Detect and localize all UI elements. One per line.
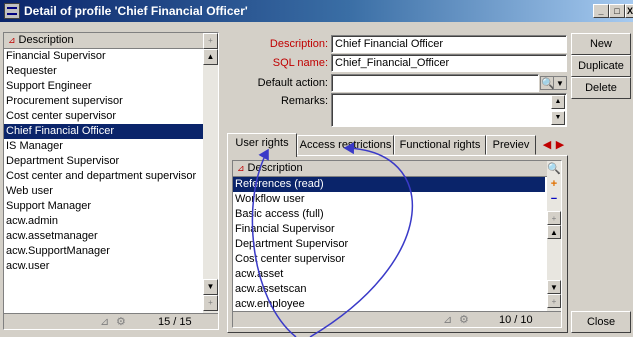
profile-count: 15 / 15 — [158, 316, 192, 328]
remarks-scroll-down[interactable]: ▼ — [551, 111, 565, 125]
remarks-label: Remarks: — [280, 95, 328, 107]
close-button-label: Close — [586, 316, 616, 328]
delete-button[interactable]: Delete — [571, 77, 631, 99]
profile-list-header[interactable]: ⊿ Description — [4, 33, 218, 49]
delete-button-label: Delete — [585, 82, 617, 94]
tab-access-restrictions[interactable]: Access restrictions — [297, 135, 394, 155]
rights-list-row[interactable]: acw.asset — [233, 267, 545, 282]
scroll-down-button[interactable]: ▼ — [547, 280, 561, 294]
rights-list: ⊿ Description References (read) Workflow u… — [232, 160, 562, 328]
rights-list-header-label: Description — [247, 162, 303, 174]
sort-icon: ⊿ — [237, 163, 245, 173]
rights-list-row[interactable]: Department Supervisor — [233, 237, 545, 252]
sort-icon: ⊿ — [100, 316, 110, 328]
rights-count: 10 / 10 — [499, 314, 533, 326]
rights-list-footer: ⊿ ⚙ 10 / 10 — [233, 311, 561, 327]
rights-list-row[interactable]: Basic access (full) — [233, 207, 545, 222]
rights-list-row[interactable]: Cost center supervisor — [233, 252, 545, 267]
tab-scroll-left-icon[interactable]: ◀ — [540, 138, 554, 152]
new-button-label: New — [589, 38, 612, 50]
rights-list-scrollbar[interactable]: 🔍 + − + ▲ ▼ + — [547, 161, 561, 311]
scroll-up-button[interactable]: ▲ — [547, 225, 561, 239]
new-button[interactable]: New — [571, 33, 631, 55]
close-window-button[interactable]: X — [625, 4, 633, 18]
profile-list-items: Financial Supervisor Requester Support Eng… — [4, 49, 218, 274]
app-icon — [4, 3, 20, 19]
default-action-field[interactable] — [331, 74, 539, 92]
sort-icon: ⊿ — [8, 35, 16, 45]
filter-icon[interactable]: ⚙ — [116, 314, 126, 329]
dropdown-icon[interactable]: ▼ — [553, 76, 567, 90]
profile-list-row[interactable]: IS Manager — [4, 139, 218, 154]
profile-list-footer: ⊿ ⚙ 15 / 15 — [4, 313, 218, 329]
profile-list-scrollbar[interactable]: + ▲ ▼ + — [203, 33, 218, 313]
profile-list-header-label: Description — [18, 34, 74, 46]
plus-icon[interactable]: + — [203, 33, 218, 49]
rights-list-row[interactable]: acw.employee — [233, 297, 545, 312]
tab-user-rights[interactable]: User rights — [227, 133, 297, 157]
remarks-scroll-up[interactable]: ▲ — [551, 95, 565, 109]
description-field[interactable]: Chief Financial Officer — [331, 35, 567, 53]
rights-list-items: References (read) Workflow user Basic acce… — [233, 177, 545, 312]
profile-list-row[interactable]: Chief Financial Officer — [4, 124, 218, 139]
minus-icon[interactable]: + — [547, 294, 561, 308]
profile-list-row[interactable]: Cost center supervisor — [4, 109, 218, 124]
scroll-up-button[interactable]: ▲ — [203, 49, 218, 65]
profile-list-row[interactable]: Financial Supervisor — [4, 49, 218, 64]
remarks-field[interactable] — [331, 93, 567, 127]
profile-list-row[interactable]: Department Supervisor — [4, 154, 218, 169]
search-icon[interactable]: 🔍 — [547, 162, 561, 176]
rights-list-row[interactable]: Financial Supervisor — [233, 222, 545, 237]
zoom-icon[interactable]: 🔍 — [540, 76, 555, 90]
user-rights-panel: ⊿ Description References (read) Workflow u… — [227, 155, 568, 333]
profile-list-row[interactable]: acw.admin — [4, 214, 218, 229]
profile-list: ⊿ Description Financial Supervisor Request… — [3, 32, 219, 330]
profile-list-row[interactable]: Support Manager — [4, 199, 218, 214]
tab-preview[interactable]: Previev — [486, 135, 536, 155]
profile-list-row[interactable]: Requester — [4, 64, 218, 79]
rights-list-row[interactable]: References (read) — [233, 177, 545, 192]
add-icon[interactable]: + — [547, 177, 561, 191]
minimize-button[interactable]: _ — [593, 4, 609, 18]
default-action-label: Default action: — [257, 77, 328, 89]
profile-list-row[interactable]: acw.SupportManager — [4, 244, 218, 259]
remove-icon[interactable]: − — [547, 192, 561, 206]
tab-functional-rights[interactable]: Functional rights — [394, 135, 486, 155]
duplicate-button-label: Duplicate — [578, 60, 624, 72]
window-title: Detail of profile 'Chief Financial Offic… — [24, 4, 248, 18]
profile-list-row[interactable]: acw.user — [4, 259, 218, 274]
sqlname-label: SQL name: — [272, 57, 328, 69]
scroll-down-button[interactable]: ▼ — [203, 279, 218, 295]
rights-list-row[interactable]: acw.assetscan — [233, 282, 545, 297]
sqlname-field[interactable]: Chief_Financial_Officer — [331, 54, 567, 72]
close-button[interactable]: Close — [571, 311, 631, 333]
window-titlebar: Detail of profile 'Chief Financial Offic… — [0, 0, 633, 22]
rights-list-header[interactable]: ⊿ Description — [233, 161, 561, 177]
plus-icon[interactable]: + — [547, 211, 561, 225]
sort-icon: ⊿ — [443, 314, 453, 326]
tab-scroll-right-icon[interactable]: ▶ — [553, 138, 567, 152]
duplicate-button[interactable]: Duplicate — [571, 55, 631, 77]
profile-list-row[interactable]: Web user — [4, 184, 218, 199]
rights-list-row[interactable]: Workflow user — [233, 192, 545, 207]
filter-icon[interactable]: ⚙ — [459, 312, 469, 327]
description-label: Description: — [269, 38, 328, 50]
maximize-button[interactable]: □ — [609, 4, 625, 18]
profile-list-row[interactable]: Cost center and department supervisor — [4, 169, 218, 184]
profile-list-row[interactable]: Procurement supervisor — [4, 94, 218, 109]
profile-list-row[interactable]: Support Engineer — [4, 79, 218, 94]
profile-list-row[interactable]: acw.assetmanager — [4, 229, 218, 244]
minus-icon[interactable]: + — [203, 295, 218, 311]
